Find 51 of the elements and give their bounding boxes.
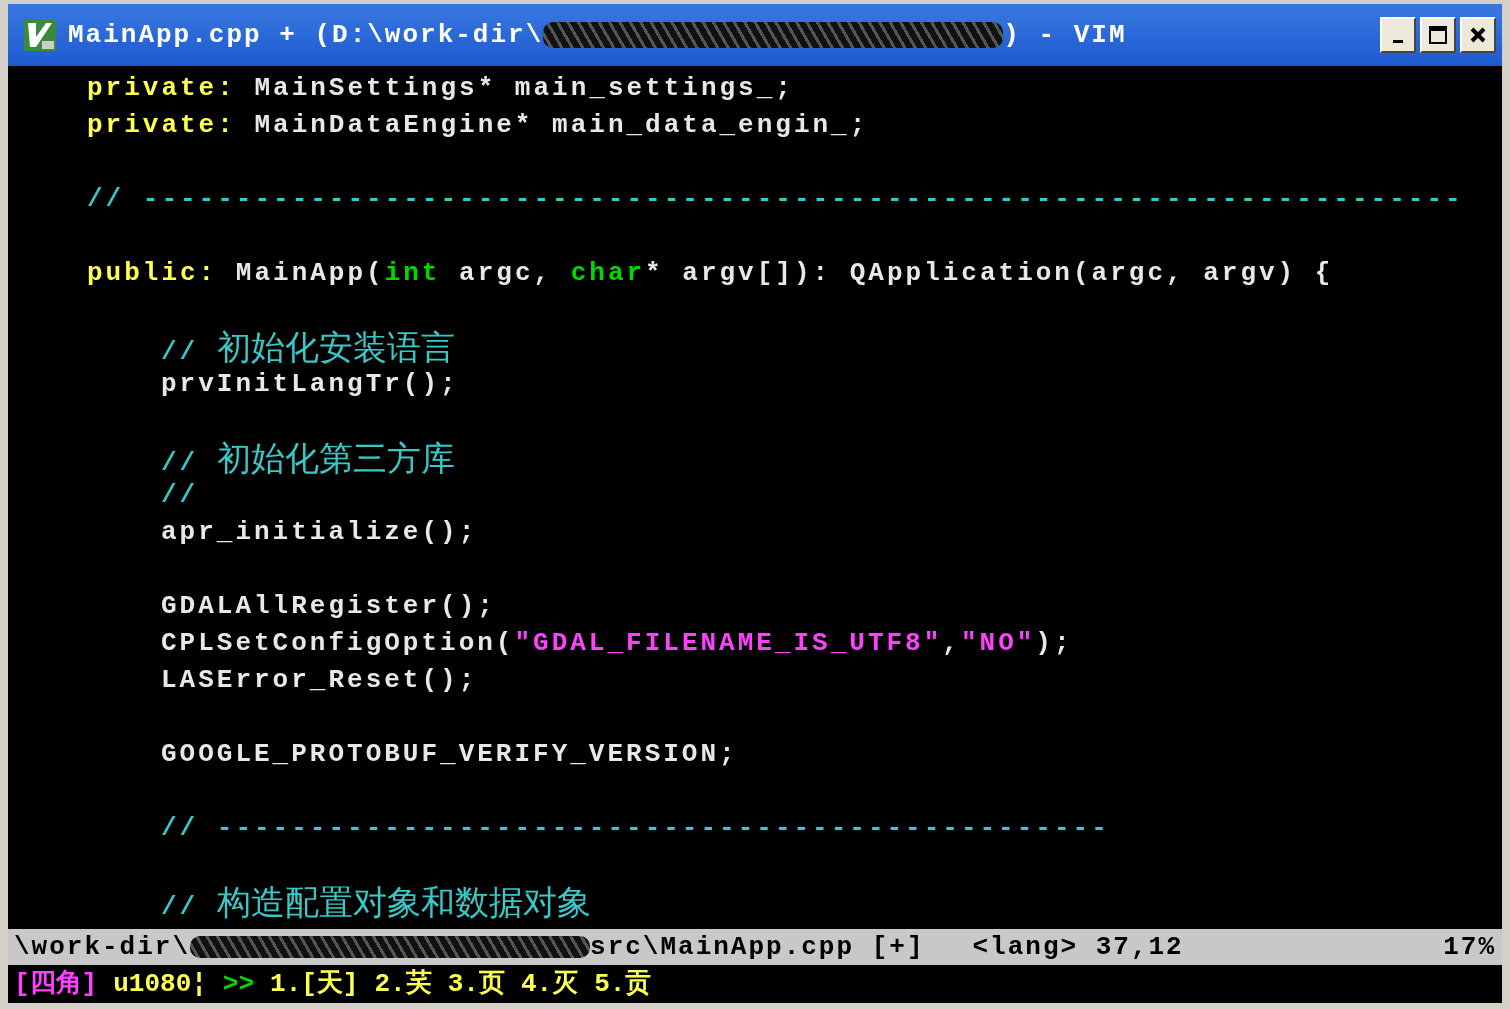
window-title-text: ) - VIM xyxy=(1003,18,1127,52)
code-text: , xyxy=(942,628,961,658)
comment-text: 构造配置对象和数据对象 xyxy=(216,882,591,922)
string-literal: "GDAL_FILENAME_IS_UTF8" xyxy=(514,628,943,658)
code-text: apr_initialize(); xyxy=(161,517,478,547)
minimize-icon xyxy=(1393,39,1403,43)
type-keyword-text: char xyxy=(570,258,646,288)
input-code-text: u1080¦ xyxy=(113,967,207,1001)
minimize-button[interactable] xyxy=(1380,17,1416,53)
comment-text: 初始化安装语言 xyxy=(216,327,455,367)
candidate-text[interactable]: 3.页 xyxy=(447,964,505,1004)
cursor-position-text: <lang> 37,12 xyxy=(972,930,1184,964)
code-text: * argv[]): QApplication(argc, argv) { xyxy=(645,258,1334,288)
app-logo-icon xyxy=(22,17,58,53)
code-text: prvInitLangTr(); xyxy=(161,369,459,399)
close-button[interactable] xyxy=(1460,17,1496,53)
comment-text: // ------------------------------------------------ xyxy=(161,813,1110,843)
input-mode-text: [四角] xyxy=(14,967,98,1001)
code-text: MainDataEngine* main_data_engin_; xyxy=(253,110,869,140)
maximize-icon xyxy=(1428,25,1448,45)
window-title-text: MainApp.cpp + (D:\work-dir\ xyxy=(68,18,544,52)
code-editor[interactable] xyxy=(8,66,1502,929)
maximize-button[interactable] xyxy=(1420,17,1456,53)
comment-text: // xyxy=(161,892,200,922)
comment-text: // xyxy=(161,448,200,478)
code-text: CPLSetConfigOption( xyxy=(161,628,515,658)
code-text: GDALAllRegister(); xyxy=(161,591,496,621)
code-text: MainSettings* main_settings_; xyxy=(253,73,794,103)
comment-text: // xyxy=(161,480,199,510)
keyword-text: public: xyxy=(87,258,218,288)
string-literal: "NO" xyxy=(960,628,1036,658)
code-text: GOOGLE_PROTOBUF_VERIFY_VERSION; xyxy=(161,739,738,769)
code-text: argc, xyxy=(458,258,554,288)
close-icon xyxy=(1469,26,1487,44)
file-path-text: \work-dir\ xyxy=(14,930,191,964)
comment-text: 初始化第三方库 xyxy=(216,438,455,478)
comment-text: // ----------------------------------------------------------------------- xyxy=(87,184,1464,214)
candidate-text[interactable]: 1.[天] xyxy=(270,964,359,1004)
code-text: MainApp( xyxy=(234,258,385,288)
file-path-text: src\MainApp.cpp [+] xyxy=(590,930,925,964)
code-text: LASError_Reset(); xyxy=(161,665,478,695)
arrow-text: >> xyxy=(222,967,255,1001)
scroll-percent-text: 17% xyxy=(1443,930,1496,964)
type-keyword-text: int xyxy=(384,258,441,288)
code-text: ); xyxy=(1035,628,1073,658)
candidate-text[interactable]: 2.芺 xyxy=(374,964,432,1004)
candidate-text[interactable]: 5.贡 xyxy=(594,964,652,1004)
keyword-text: private: xyxy=(87,73,236,103)
comment-text: // xyxy=(161,337,200,367)
candidate-text[interactable]: 4.灭 xyxy=(520,964,579,1004)
keyword-text: private: xyxy=(87,110,236,140)
